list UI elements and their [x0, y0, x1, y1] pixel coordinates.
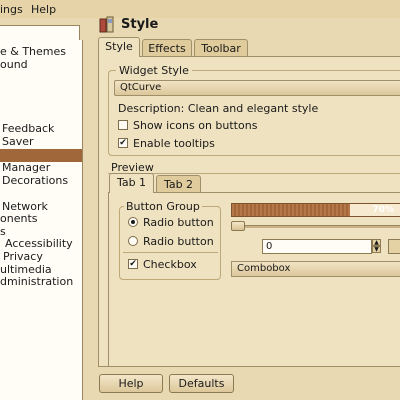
tab-preview-1[interactable]: Tab 1	[109, 173, 154, 193]
sidebar-tree: e & Themes ound Feedback Saver Manager D…	[0, 40, 83, 400]
slider-handle[interactable]	[231, 221, 245, 231]
page-title: Style	[121, 17, 159, 32]
enable-tooltips-checkbox[interactable]: ✔	[118, 138, 128, 148]
style-brush-icon	[98, 16, 116, 34]
menu-settings[interactable]: ings	[0, 3, 23, 16]
menu-help[interactable]: Help	[31, 3, 56, 16]
progress-bar: 70%	[231, 203, 400, 217]
progress-fill	[232, 204, 350, 216]
sidebar-item-privacy[interactable]: Privacy	[0, 250, 82, 263]
sidebar-item-window-decorations[interactable]: Decorations	[0, 174, 82, 187]
button-group-separator	[123, 252, 218, 253]
sidebar-item-label: Saver	[2, 135, 34, 148]
radio-button-1[interactable]	[128, 217, 138, 227]
sidebar-item-label: Accessibility	[5, 237, 73, 250]
radio-button-2-label: Radio button	[143, 235, 214, 248]
sidebar-item-label: e & Themes	[0, 45, 67, 58]
sidebar-item-components[interactable]: onents	[0, 212, 82, 225]
enable-tooltips-label: Enable tooltips	[133, 137, 215, 150]
tab-style[interactable]: Style	[98, 37, 140, 57]
page-header: Style	[98, 16, 400, 36]
sidebar-search-input[interactable]	[0, 25, 80, 41]
sidebar-item-label: Decorations	[2, 174, 69, 187]
style-description: Description: Clean and elegant style	[118, 102, 319, 115]
show-icons-checkbox[interactable]	[118, 120, 128, 130]
sidebar-item-label: Feedback	[2, 122, 55, 135]
widget-style-select[interactable]: QtCurve	[114, 80, 400, 96]
spin-up-icon[interactable]: ▲	[372, 239, 381, 246]
preview-checkbox-label: Checkbox	[143, 258, 197, 271]
widget-style-legend: Widget Style	[116, 64, 192, 77]
radio-button-2[interactable]	[128, 236, 138, 246]
preview-combobox[interactable]: Combobox	[231, 261, 400, 277]
preview-push-button[interactable]	[388, 239, 400, 254]
sidebar-item-label: ound	[0, 58, 28, 71]
button-group-legend: Button Group	[124, 200, 202, 213]
radio-button-1-label: Radio button	[143, 216, 214, 229]
sidebar-item-administration[interactable]: dministration	[0, 275, 82, 288]
sidebar-item-label: onents	[0, 212, 38, 225]
sidebar-item-launch-feedback[interactable]: Feedback	[0, 122, 82, 135]
spinbox-input[interactable]: 0	[262, 239, 372, 254]
sidebar-item-screen-saver[interactable]: Saver	[0, 135, 82, 148]
defaults-button[interactable]: Defaults	[169, 374, 234, 393]
sidebar-item-label: Privacy	[3, 250, 43, 263]
sidebar-item-appearance-themes[interactable]: e & Themes	[0, 45, 82, 58]
preview-checkbox[interactable]: ✔	[128, 259, 138, 269]
help-button[interactable]: Help	[99, 374, 163, 393]
spin-down-icon[interactable]: ▼	[372, 246, 381, 253]
show-icons-label: Show icons on buttons	[133, 119, 258, 132]
progress-label: 70%	[372, 205, 394, 215]
sidebar-item-accessibility[interactable]: Accessibility	[0, 237, 82, 250]
sidebar-item-label: Manager	[2, 161, 51, 174]
slider-track[interactable]	[236, 225, 400, 228]
sidebar-item-background[interactable]: ound	[0, 58, 82, 71]
sidebar-item-label: dministration	[0, 275, 74, 288]
sidebar-item-theme-manager[interactable]: Manager	[0, 161, 82, 174]
